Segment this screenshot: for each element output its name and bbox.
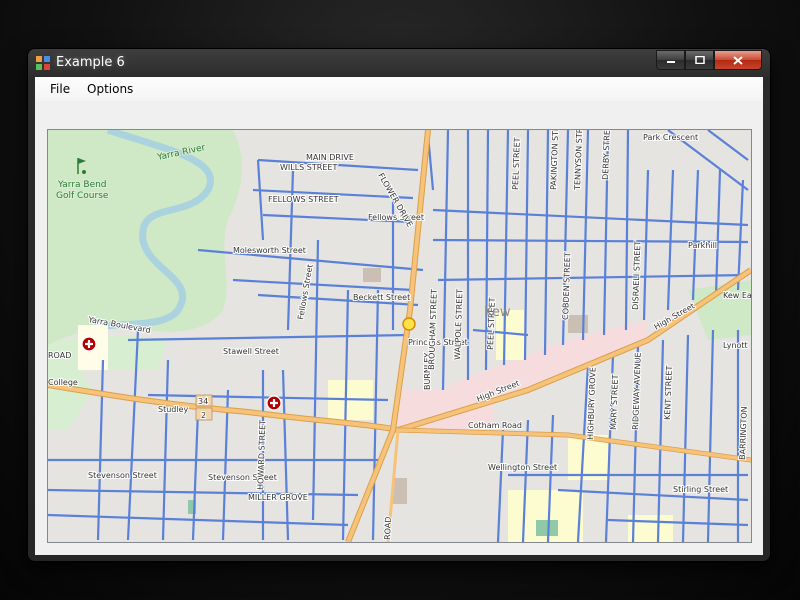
route-shield-34: 34 [195, 394, 213, 407]
label-park-line2: Golf Course [56, 191, 109, 201]
label-main-drive: MAIN DRIVE [306, 153, 354, 162]
label-suburb-kew: Kew [484, 305, 511, 320]
location-marker-icon[interactable] [402, 317, 416, 331]
label-fellows-street-2: Fellows Street [368, 213, 424, 222]
building [393, 478, 407, 504]
label-beckett-street: Beckett Street [353, 293, 410, 302]
school-area-5 [628, 515, 673, 542]
app-window: Example 6 File Options MAIN DRIVE WILLS … [28, 49, 770, 561]
label-barrington: BARRINGTON [738, 406, 749, 460]
label-miller-grove: MILLER GROVE [248, 493, 308, 502]
label-stevenson-street: Stevenson Street [208, 473, 277, 482]
route-shield-2: 2 [195, 407, 213, 421]
label-kew-east: Kew Ea [723, 291, 751, 300]
hospital-icon[interactable] [81, 336, 97, 352]
minimize-icon [666, 61, 675, 63]
map-view[interactable]: MAIN DRIVE WILLS STREET FELLOWS STREET F… [47, 129, 752, 543]
label-molesworth-street: Molesworth Street [233, 246, 306, 255]
label-stevenson-street-2: Stevenson Street [88, 471, 157, 480]
app-icon [36, 56, 50, 70]
pitch [536, 520, 558, 536]
building [363, 268, 381, 282]
label-wellington-street: Wellington Street [488, 463, 557, 472]
label-kent-street: KENT STREET [663, 365, 674, 420]
minimize-button[interactable] [656, 50, 685, 70]
hospital-icon[interactable] [266, 395, 282, 411]
building [568, 315, 588, 333]
label-peel-street-2: PEEL STREET [511, 137, 522, 190]
maximize-icon [694, 56, 705, 64]
map-canvas[interactable]: MAIN DRIVE WILLS STREET FELLOWS STREET F… [48, 130, 751, 542]
label-stirling-street: Stirling Street [673, 485, 728, 494]
label-road: ROAD [48, 351, 71, 360]
menu-bar: File Options [35, 77, 763, 101]
caption-buttons [656, 50, 762, 70]
label-fellows-street: FELLOWS STREET [268, 195, 339, 204]
svg-text:2: 2 [201, 411, 206, 420]
label-park-crescent: Park Crescent [643, 133, 698, 142]
label-wills-street: WILLS STREET [280, 163, 337, 172]
title-bar[interactable]: Example 6 [28, 49, 770, 77]
label-road-2: ROAD [383, 516, 393, 540]
label-barrington-east: Parkhill [688, 241, 717, 250]
client-area: File Options MAIN DRIVE WILLS STREET FEL… [35, 77, 763, 555]
close-icon [733, 55, 743, 65]
label-college: College [48, 378, 78, 387]
menu-file[interactable]: File [50, 82, 70, 96]
label-studley: Studley [158, 405, 189, 414]
label-park-line1: Yarra Bend [57, 180, 107, 190]
close-button[interactable] [714, 50, 762, 70]
label-parkhill: Lynott [723, 341, 748, 350]
menu-options[interactable]: Options [87, 82, 133, 96]
maximize-button[interactable] [685, 50, 714, 70]
label-cotham-road: Cotham Road [468, 421, 522, 430]
window-title: Example 6 [56, 55, 125, 70]
label-stawell-street: Stawell Street [223, 347, 279, 356]
svg-text:34: 34 [198, 397, 208, 406]
